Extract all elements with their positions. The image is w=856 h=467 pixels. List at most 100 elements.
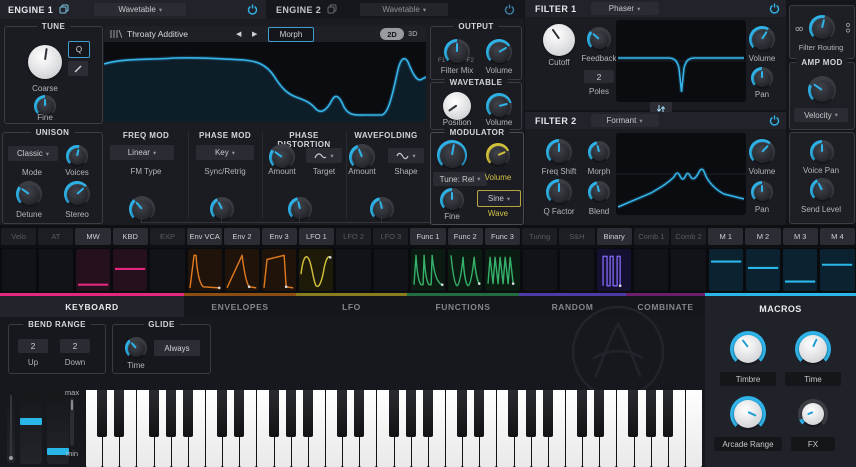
mod-thumb-func-3[interactable] <box>485 249 519 291</box>
mod-thumb-exp[interactable] <box>150 249 184 291</box>
coarse-knob[interactable] <box>27 44 63 80</box>
macro-arcade-range-knob[interactable] <box>730 396 766 432</box>
wf-shape-select[interactable] <box>388 148 424 163</box>
black-key[interactable] <box>646 390 656 437</box>
mod-source-velo[interactable]: Velo <box>1 228 36 245</box>
mod-thumb-kbd[interactable] <box>113 249 147 291</box>
freq-mod-amount-knob[interactable] <box>129 196 155 222</box>
fm-type-select[interactable]: Linear <box>110 145 174 160</box>
detune-knob[interactable] <box>16 181 42 207</box>
mod-source-lfo-1[interactable]: LFO 1 <box>299 228 334 245</box>
black-key[interactable] <box>303 390 313 437</box>
bend-down-value[interactable]: 2 <box>60 339 90 353</box>
engine2-copy-icon[interactable] <box>327 4 338 15</box>
black-key[interactable] <box>217 390 227 437</box>
mod-thumb-env-vca[interactable] <box>188 249 222 291</box>
mod-source-exp[interactable]: EXP <box>150 228 185 245</box>
next-wavetable-icon[interactable]: ▶ <box>252 30 257 38</box>
mod-thumb-turing[interactable] <box>523 249 557 291</box>
position-knob[interactable] <box>442 91 472 121</box>
black-key[interactable] <box>474 390 484 437</box>
wavetable-display[interactable]: Throaty Additive ◀ ▶ Morph 2D 3D <box>104 26 426 122</box>
mod-thumb-velo[interactable] <box>2 249 36 291</box>
black-key[interactable] <box>97 390 107 437</box>
prev-wavetable-icon[interactable]: ◀ <box>236 30 241 38</box>
q-factor-knob[interactable] <box>546 179 572 205</box>
mod-source-env-2[interactable]: Env 2 <box>224 228 259 245</box>
pd-mod-knob[interactable] <box>288 197 312 221</box>
amp-mod-source-select[interactable]: Velocity <box>794 108 848 122</box>
black-key[interactable] <box>149 390 159 437</box>
mod-source-lfo-2[interactable]: LFO 2 <box>336 228 371 245</box>
mod-source-lfo-3[interactable]: LFO 3 <box>373 228 408 245</box>
filter-routing-knob[interactable] <box>809 15 835 41</box>
mod-source-binary[interactable]: Binary <box>597 228 632 245</box>
mod-source-comb-1[interactable]: Comb 1 <box>634 228 669 245</box>
feedback-knob[interactable] <box>587 27 611 51</box>
wavetable-name[interactable]: Throaty Additive <box>127 29 188 39</box>
mod-thumb-m-1[interactable] <box>709 249 743 291</box>
engine-volume-knob[interactable] <box>486 39 512 65</box>
mod-source-func-3[interactable]: Func 3 <box>485 228 520 245</box>
mod-source-comb-2[interactable]: Comb 2 <box>671 228 706 245</box>
mod-thumb-lfo-3[interactable] <box>374 249 408 291</box>
pd-target-select[interactable] <box>306 148 342 163</box>
modulator-wave-select[interactable]: Sine <box>477 190 521 207</box>
tab-keyboard[interactable]: KEYBOARD <box>0 293 184 317</box>
engine1-power-icon[interactable] <box>247 4 258 15</box>
mod-source-env-vca[interactable]: Env VCA <box>187 228 222 245</box>
mod-thumb-func-2[interactable] <box>448 249 482 291</box>
edit-button[interactable] <box>68 61 88 76</box>
mod-thumb-m-4[interactable] <box>820 249 854 291</box>
black-key[interactable] <box>286 390 296 437</box>
mod-source-turing[interactable]: Turing <box>522 228 557 245</box>
view-2d-toggle[interactable]: 2D <box>380 28 404 40</box>
wavetable-volume-knob[interactable] <box>486 93 512 119</box>
mod-source-s-h[interactable]: S&H <box>559 228 594 245</box>
view-3d-toggle[interactable]: 3D <box>408 29 418 38</box>
black-key[interactable] <box>234 390 244 437</box>
cutoff-knob[interactable] <box>542 23 576 57</box>
filter2-morph-knob[interactable] <box>588 141 610 163</box>
unison-mode-select[interactable]: Classic <box>8 146 58 161</box>
black-key[interactable] <box>423 390 433 437</box>
mod-source-m-4[interactable]: M 4 <box>820 228 855 245</box>
mod-source-kbd[interactable]: KBD <box>113 228 148 245</box>
black-key[interactable] <box>114 390 124 437</box>
amp-mod-knob[interactable] <box>808 76 836 104</box>
mod-thumb-m-3[interactable] <box>783 249 817 291</box>
voices-knob[interactable] <box>66 145 88 167</box>
mod-thumb-at[interactable] <box>39 249 73 291</box>
black-key[interactable] <box>628 390 638 437</box>
mod-thumb-env-3[interactable] <box>262 249 296 291</box>
mod-thumb-env-2[interactable] <box>225 249 259 291</box>
black-key[interactable] <box>354 390 364 437</box>
filter2-pan-knob[interactable] <box>751 181 773 203</box>
morph-button[interactable]: Morph <box>268 27 314 42</box>
black-key[interactable] <box>526 390 536 437</box>
black-key[interactable] <box>406 390 416 437</box>
tab-lfo[interactable]: LFO <box>296 293 407 317</box>
poles-value[interactable]: 2 <box>584 70 614 83</box>
mod-thumb-lfo-1[interactable] <box>299 249 333 291</box>
mod-source-func-1[interactable]: Func 1 <box>410 228 445 245</box>
velocity-range-slider[interactable] <box>70 398 74 446</box>
phase-mod-sync-select[interactable]: Key <box>196 145 254 160</box>
voice-pan-knob[interactable] <box>810 140 834 164</box>
black-key[interactable] <box>389 390 399 437</box>
macro-timbre-knob[interactable] <box>730 331 766 367</box>
black-key[interactable] <box>269 390 279 437</box>
black-key[interactable] <box>663 390 673 437</box>
engine2-header[interactable]: ENGINE 2 Wavetable <box>266 0 524 19</box>
mod-source-m-2[interactable]: M 2 <box>745 228 780 245</box>
modulator-volume-knob[interactable] <box>486 143 510 167</box>
mod-thumb-m-2[interactable] <box>746 249 780 291</box>
filter1-type-select[interactable]: Phaser <box>591 2 659 15</box>
engine2-power-icon[interactable] <box>504 4 515 15</box>
mod-source-at[interactable]: AT <box>38 228 73 245</box>
mod-source-mw[interactable]: MW <box>75 228 110 245</box>
black-key[interactable] <box>577 390 587 437</box>
black-key[interactable] <box>457 390 467 437</box>
mod-wheel-handle[interactable] <box>20 418 42 425</box>
mod-source-m-3[interactable]: M 3 <box>783 228 818 245</box>
